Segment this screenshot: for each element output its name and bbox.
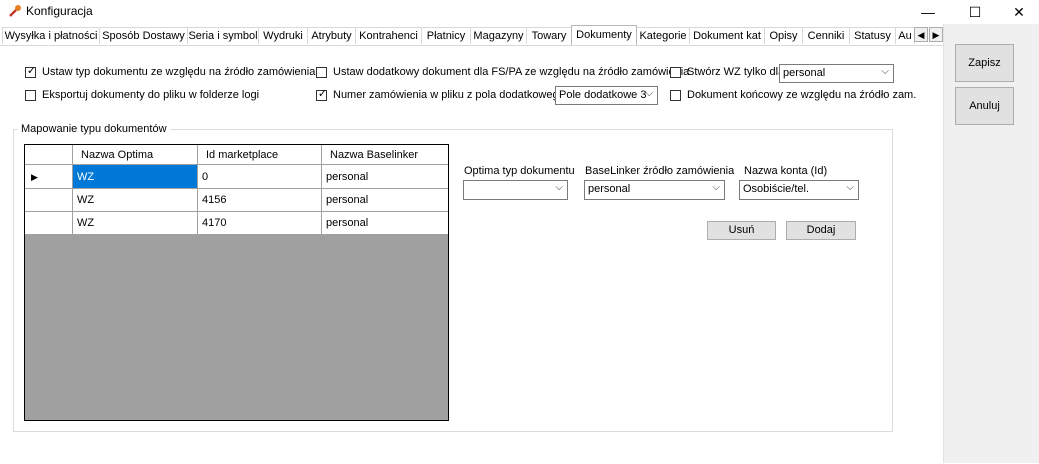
tab-sposob-dostawy[interactable]: Sposób Dostawy xyxy=(99,27,188,44)
order-number-label: Numer zamówienia w pliku z pola dodatkow… xyxy=(333,89,565,101)
table-cell[interactable]: WZ xyxy=(73,212,198,235)
account-name-select[interactable]: Osobiście/tel. ⌵ xyxy=(739,180,859,200)
tab-dokument-kat[interactable]: Dokument kat xyxy=(689,27,765,44)
additional-doc-checkbox[interactable] xyxy=(316,67,327,78)
export-docs-label: Eksportuj dokumenty do pliku w folderze … xyxy=(42,89,260,101)
extra-field-select-value: Pole dodatkowe 3 xyxy=(559,89,647,101)
additional-doc-label: Ustaw dodatkowy dokument dla FS/PA ze wz… xyxy=(333,66,690,78)
tab-wysylka[interactable]: Wysyłka i płatności xyxy=(2,27,100,44)
optima-doc-type-label: Optima typ dokumentu xyxy=(464,165,575,177)
tab-seria-symbol[interactable]: Seria i symbol xyxy=(187,27,259,44)
window-title: Konfiguracja xyxy=(26,4,93,18)
chevron-down-icon: ⌵ xyxy=(555,182,563,193)
tab-scroll-right-icon[interactable]: ▶ xyxy=(929,27,943,42)
table-cell[interactable]: WZ xyxy=(73,189,198,212)
account-name-value: Osobiście/tel. xyxy=(743,183,810,195)
mapping-group-title: Mapowanie typu dokumentów xyxy=(18,123,170,135)
column-header-nazwa-baselinker[interactable]: Nazwa Baselinker xyxy=(322,145,448,165)
cancel-button[interactable]: Anuluj xyxy=(955,87,1014,125)
create-wz-select-value: personal xyxy=(783,67,826,79)
create-wz-label: Stwórz WZ tylko dla xyxy=(687,66,785,78)
final-doc-label: Dokument końcowy ze względu na źródło za… xyxy=(687,89,917,101)
table-cell[interactable]: 4170 xyxy=(198,212,322,235)
create-wz-select[interactable]: personal ⌵ xyxy=(779,64,894,83)
column-header-nazwa-optima[interactable]: Nazwa Optima xyxy=(73,145,198,165)
table-cell[interactable]: personal xyxy=(322,189,448,212)
bl-source-value: personal xyxy=(588,183,631,195)
maximize-button[interactable]: ☐ xyxy=(952,0,998,24)
save-button[interactable]: Zapisz xyxy=(955,44,1014,82)
set-doc-type-label: Ustaw typ dokumentu ze względu na źródło… xyxy=(42,66,316,78)
account-name-label: Nazwa konta (Id) xyxy=(744,165,828,177)
check-icon: ✓ xyxy=(26,65,37,77)
grid-corner-header xyxy=(25,145,73,165)
table-cell[interactable]: personal xyxy=(322,165,448,189)
bl-source-label: BaseLinker źródło zamówienia xyxy=(585,165,735,177)
bl-source-select[interactable]: personal ⌵ xyxy=(584,180,725,200)
table-cell[interactable]: WZ xyxy=(73,165,198,189)
final-doc-checkbox[interactable] xyxy=(670,90,681,101)
tab-atrybuty[interactable]: Atrybuty xyxy=(307,27,356,44)
tab-strip: Wysyłka i płatności Sposób Dostawy Seria… xyxy=(0,25,944,45)
tab-scroll-left-icon[interactable]: ◀ xyxy=(914,27,928,42)
delete-button[interactable]: Usuń xyxy=(707,221,776,240)
tab-towary[interactable]: Towary xyxy=(526,27,572,44)
row-header[interactable] xyxy=(25,212,73,235)
tab-wydruki[interactable]: Wydruki xyxy=(258,27,308,44)
tab-statusy[interactable]: Statusy xyxy=(849,27,896,44)
mapping-grid[interactable]: Nazwa Optima Id marketplace Nazwa Baseli… xyxy=(24,144,449,421)
minimize-button[interactable]: — xyxy=(905,0,951,24)
tab-opisy[interactable]: Opisy xyxy=(764,27,803,44)
order-number-checkbox[interactable]: ✓ xyxy=(316,88,328,101)
tab-kontrahenci[interactable]: Kontrahenci xyxy=(355,27,422,44)
chevron-down-icon: ⌵ xyxy=(846,182,854,193)
chevron-down-icon: ⌵ xyxy=(645,88,653,99)
app-wrench-icon xyxy=(8,4,22,18)
tab-cenniki[interactable]: Cenniki xyxy=(802,27,850,44)
chevron-down-icon: ⌵ xyxy=(712,182,720,193)
add-button[interactable]: Dodaj xyxy=(786,221,856,240)
tab-au[interactable]: Au xyxy=(895,27,915,44)
row-header[interactable] xyxy=(25,189,73,212)
check-icon: ✓ xyxy=(317,88,328,100)
table-cell[interactable]: 4156 xyxy=(198,189,322,212)
tab-kategorie[interactable]: Kategorie xyxy=(636,27,690,44)
tab-magazyny[interactable]: Magazyny xyxy=(470,27,527,44)
set-doc-type-checkbox[interactable]: ✓ xyxy=(25,65,37,78)
table-cell[interactable]: personal xyxy=(322,212,448,235)
chevron-down-icon: ⌵ xyxy=(881,66,889,77)
title-bar xyxy=(0,0,1039,24)
tab-dokumenty[interactable]: Dokumenty xyxy=(571,25,637,45)
create-wz-checkbox[interactable] xyxy=(670,67,681,78)
optima-doc-type-select[interactable]: ⌵ xyxy=(463,180,568,200)
close-button[interactable]: ✕ xyxy=(996,0,1039,24)
row-indicator-icon[interactable]: ▶ xyxy=(25,165,73,189)
extra-field-select[interactable]: Pole dodatkowe 3 ⌵ xyxy=(555,86,658,105)
export-docs-checkbox[interactable] xyxy=(25,90,36,101)
table-cell[interactable]: 0 xyxy=(198,165,322,189)
side-panel: Zapisz Anuluj xyxy=(943,24,1039,463)
column-header-id-marketplace[interactable]: Id marketplace xyxy=(198,145,322,165)
tab-platnicy[interactable]: Płatnicy xyxy=(421,27,471,44)
